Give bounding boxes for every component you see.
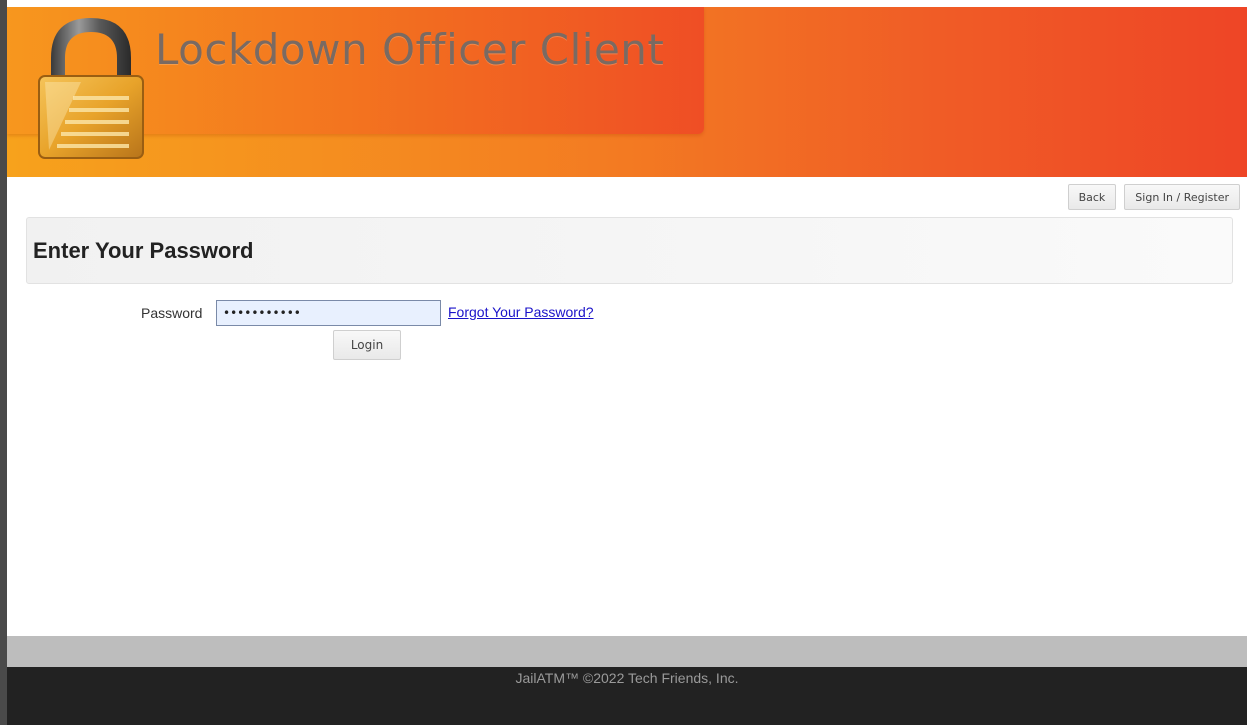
back-button[interactable]: Back xyxy=(1067,184,1117,210)
page-title: Enter Your Password xyxy=(33,238,254,263)
padlock-icon xyxy=(38,18,144,159)
left-border xyxy=(0,0,7,725)
app-title: Lockdown Officer Client xyxy=(155,25,665,74)
sign-in-register-button[interactable]: Sign In / Register xyxy=(1124,184,1240,210)
footer-divider xyxy=(7,636,1247,667)
password-input[interactable] xyxy=(216,300,441,326)
top-nav: Back Sign In / Register xyxy=(1067,184,1240,210)
footer: JailATM™ ©2022 Tech Friends, Inc. xyxy=(7,667,1247,725)
page-heading-panel: Enter Your Password xyxy=(26,217,1233,284)
forgot-password-link[interactable]: Forgot Your Password? xyxy=(448,304,594,320)
copyright-text: JailATM™ ©2022 Tech Friends, Inc. xyxy=(515,670,739,686)
header-banner: Lockdown Officer Client xyxy=(7,7,1247,177)
login-button[interactable]: Login xyxy=(333,330,401,360)
password-label: Password xyxy=(141,305,203,321)
